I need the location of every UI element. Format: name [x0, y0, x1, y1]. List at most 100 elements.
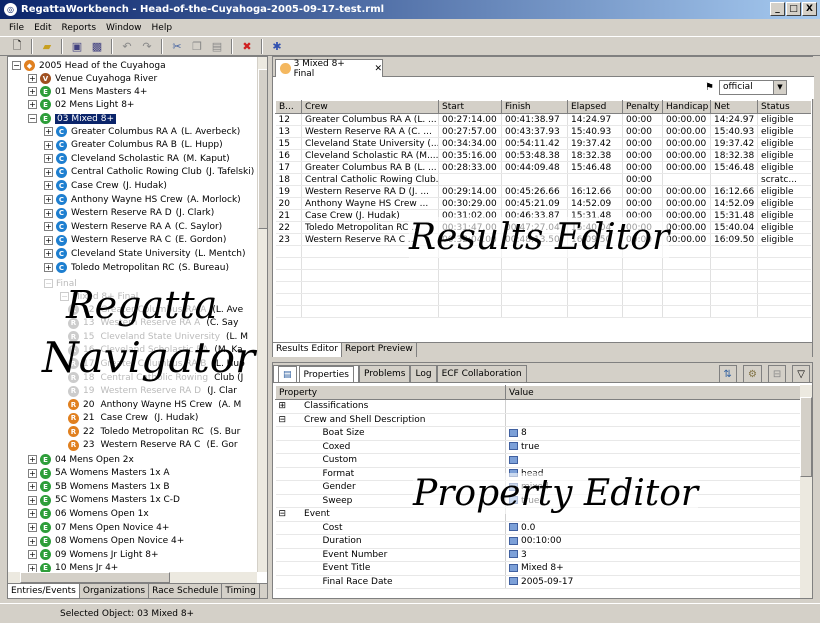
- expand-icon[interactable]: +: [44, 249, 53, 259]
- tab-timing[interactable]: Timing: [222, 584, 260, 598]
- menu-file[interactable]: File: [4, 23, 29, 33]
- expand-icon[interactable]: +: [28, 523, 37, 532]
- expand-icon[interactable]: +: [28, 100, 37, 109]
- expand-icon[interactable]: +: [28, 468, 37, 478]
- tree-node[interactable]: + E 08 Womens Open Novice 4+: [28, 535, 184, 548]
- property-value-cell[interactable]: mixed: [505, 480, 800, 495]
- collapse-icon[interactable]: −: [28, 114, 37, 123]
- tree-node[interactable]: + E 5A Womens Masters 1x A: [28, 467, 170, 480]
- expand-icon[interactable]: +: [44, 181, 53, 191]
- scrollbar-thumb[interactable]: [800, 397, 812, 477]
- expand-icon[interactable]: +: [28, 482, 37, 492]
- tree-result[interactable]: R 19 Western Reserve RA D (J. Clar: [68, 385, 237, 398]
- tree-result[interactable]: R 16 Cleveland Scholastic RA (M. Ka: [68, 344, 243, 357]
- property-row[interactable]: Duration 00:10:00: [275, 534, 800, 549]
- property-value-cell[interactable]: true: [505, 494, 800, 508]
- collapse-icon[interactable]: −: [44, 279, 53, 288]
- property-row[interactable]: Event Number 3: [275, 548, 800, 562]
- property-row[interactable]: Custom: [275, 453, 800, 468]
- property-value-cell[interactable]: 3: [505, 548, 800, 562]
- tree-node[interactable]: + C Anthony Wayne HS Crew (A. Morlock): [44, 193, 241, 206]
- minimize-button[interactable]: _: [770, 2, 785, 16]
- delete-icon[interactable]: ✖: [238, 38, 256, 54]
- tab-properties[interactable]: ▤ Properties: [273, 365, 359, 383]
- property-value-cell[interactable]: 0.0: [505, 521, 800, 535]
- expand-icon[interactable]: +: [44, 263, 53, 272]
- expand-icon[interactable]: +: [44, 235, 53, 245]
- tree-node[interactable]: + C Cleveland Scholastic RA (M. Kaput): [44, 152, 230, 165]
- tree-node[interactable]: + C Toledo Metropolitan RC (S. Bureau): [44, 261, 229, 274]
- open-folder-icon[interactable]: ▰: [38, 38, 56, 54]
- property-column-header[interactable]: Property: [275, 385, 506, 400]
- column-header[interactable]: Crew: [301, 100, 439, 114]
- property-value-cell[interactable]: [505, 413, 800, 427]
- tree-node[interactable]: + E 07 Mens Open Novice 4+: [28, 521, 169, 534]
- scrollbar-thumb[interactable]: [258, 69, 267, 229]
- tree-node[interactable]: + C Central Catholic Rowing Club (J. Tafels…: [44, 166, 254, 179]
- cut-icon[interactable]: ✂: [168, 38, 186, 54]
- property-row[interactable]: Gender mixed: [275, 480, 800, 495]
- filter-icon[interactable]: ⚙: [742, 365, 762, 382]
- expand-icon[interactable]: +: [44, 167, 53, 177]
- view-menu-icon[interactable]: ▽: [792, 365, 810, 382]
- menu-edit[interactable]: Edit: [29, 23, 56, 33]
- tree-event[interactable]: + E 02 Mens Light 8+: [28, 98, 134, 111]
- expand-icon[interactable]: +: [28, 455, 37, 464]
- tree-node[interactable]: + E 5B Womens Masters 1x B: [28, 480, 170, 493]
- property-value-cell[interactable]: [505, 507, 800, 522]
- tree-node[interactable]: + E 06 Womens Open 1x: [28, 507, 149, 520]
- table-row[interactable]: 23 Western Reserve RA C ... 00:32:04.00 00:…: [275, 233, 811, 246]
- table-row[interactable]: 16 Cleveland Scholastic RA (M.... 00:35:16…: [275, 149, 811, 162]
- property-row[interactable]: ⊟ Event: [275, 507, 800, 522]
- column-header[interactable]: Status: [757, 100, 811, 114]
- expand-icon[interactable]: +: [28, 74, 37, 83]
- table-row[interactable]: 15 Cleveland State University (... 00:34:3…: [275, 137, 811, 150]
- tree-result[interactable]: R 23 Western Reserve RA C (E. Gor: [68, 439, 238, 452]
- navigator-vertical-scrollbar[interactable]: [257, 57, 267, 572]
- value-column-header[interactable]: Value: [505, 385, 800, 400]
- tree-event-selected[interactable]: − E 03 Mixed 8+: [28, 112, 117, 125]
- table-row[interactable]: 12 Greater Columbus RA A (L. ... 00:27:14.…: [275, 113, 811, 126]
- save-icon[interactable]: ▣: [68, 38, 86, 54]
- expand-icon[interactable]: +: [44, 208, 53, 218]
- tree-root[interactable]: − ◆ 2005 Head of the Cuyahoga: [12, 59, 166, 72]
- property-value-cell[interactable]: 00:10:00: [505, 534, 800, 549]
- copy-icon[interactable]: ❐: [188, 38, 206, 54]
- collapse-icon[interactable]: ⊟: [279, 415, 287, 425]
- tab-log[interactable]: Log: [410, 365, 437, 382]
- tree-node[interactable]: + C Greater Columbus RA B (L. Hupp): [44, 139, 223, 152]
- tab-entries-events[interactable]: Entries/Events: [8, 584, 80, 598]
- tree-venue[interactable]: + V Venue Cuyahoga River: [28, 72, 157, 85]
- tab-report-preview[interactable]: Report Preview: [342, 343, 417, 357]
- tree-node[interactable]: + C Western Reserve RA C (E. Gordon): [44, 234, 226, 247]
- table-row[interactable]: 17 Greater Columbus RA B (L. ... 00:28:33.…: [275, 161, 811, 174]
- tree-result[interactable]: R 20 Anthony Wayne HS Crew (A. M: [68, 398, 241, 411]
- paste-icon[interactable]: ▤: [208, 38, 226, 54]
- table-row[interactable]: 22 Toledo Metropolitan RC ... 00:31:47.00 0…: [275, 221, 811, 234]
- tree-result[interactable]: R 22 Toledo Metropolitan RC (S. Bur: [68, 425, 240, 438]
- expand-icon[interactable]: ⊞: [279, 401, 287, 411]
- property-value-cell[interactable]: 2005-09-17: [505, 575, 800, 589]
- column-header[interactable]: Finish: [501, 100, 568, 114]
- tab-problems[interactable]: Problems: [359, 365, 411, 382]
- property-value-cell[interactable]: [505, 453, 800, 468]
- tree-node[interactable]: + C Western Reserve RA A (C. Saylor): [44, 220, 222, 233]
- expand-icon[interactable]: +: [44, 195, 53, 204]
- tab-race-schedule[interactable]: Race Schedule: [149, 584, 223, 598]
- table-row[interactable]: 21 Case Crew (J. Hudak) 00:31:02.00 00:46:3…: [275, 209, 811, 222]
- expand-icon[interactable]: +: [28, 536, 37, 546]
- new-file-icon[interactable]: 🗋: [8, 38, 26, 54]
- tree-final[interactable]: − Final: [44, 277, 77, 290]
- menu-reports[interactable]: Reports: [57, 23, 102, 33]
- tree-node[interactable]: + E 5C Womens Masters 1x C-D: [28, 494, 180, 507]
- expand-icon[interactable]: +: [28, 495, 37, 505]
- property-value-cell[interactable]: 8: [505, 426, 800, 441]
- tree-node[interactable]: + E 09 Womens Jr Light 8+: [28, 548, 159, 561]
- property-row[interactable]: ⊞ Classifications: [275, 399, 800, 414]
- property-value-cell[interactable]: true: [505, 440, 800, 454]
- column-header[interactable]: Handicap: [662, 100, 711, 114]
- menu-window[interactable]: Window: [101, 23, 147, 33]
- property-value-cell[interactable]: head: [505, 467, 800, 481]
- column-header[interactable]: Net: [710, 100, 758, 114]
- expand-icon[interactable]: +: [44, 222, 53, 232]
